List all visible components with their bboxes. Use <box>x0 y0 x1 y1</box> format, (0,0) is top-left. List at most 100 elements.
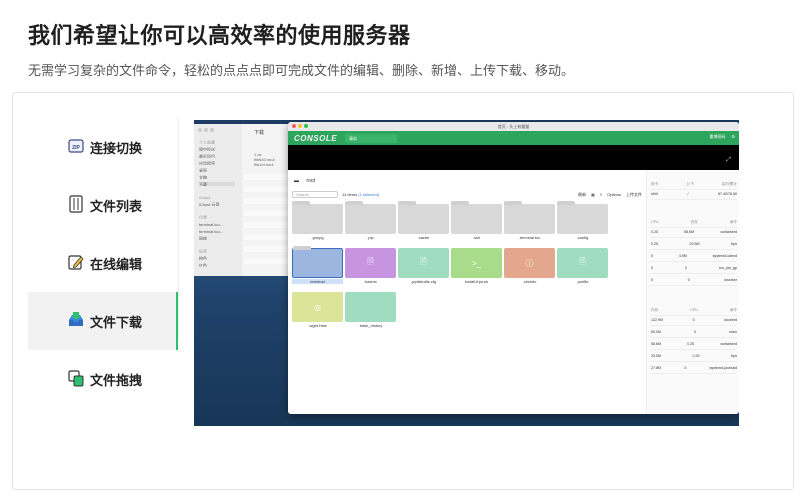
finder-sidebar-item[interactable]: iCloud 云盘 <box>199 202 235 206</box>
folder-icon <box>398 201 449 234</box>
window-controls <box>292 124 308 128</box>
process-row: 0 4.9M systemd-udevd <box>651 254 737 262</box>
finder-sidebar-item[interactable]: 位置 <box>199 215 235 219</box>
grid-view-icon[interactable]: ▦ <box>591 192 595 198</box>
finder-sidebar-item[interactable]: 应用程序 <box>199 161 235 165</box>
file-manager: ▬ root Search 14 items (1 selected) 刷新 ▦… <box>288 170 646 414</box>
finder-sidebar-item[interactable]: 桌面 <box>199 168 235 172</box>
process-row: 0 0 kworker <box>651 278 737 286</box>
file-item[interactable]: 🗎 .profile <box>557 248 608 284</box>
upload-button[interactable]: 上传文件 <box>626 192 642 198</box>
sidebar-item-file-download[interactable]: 文件下载 <box>28 292 178 350</box>
file-item[interactable]: .cache <box>398 201 449 240</box>
file-item-selected[interactable]: terminal <box>292 246 343 284</box>
file-name: .bash_history <box>358 323 383 328</box>
file-name: .terminal.tcu <box>518 235 541 240</box>
folder-icon <box>345 201 396 234</box>
items-count-total: 14 items <box>342 192 358 197</box>
console-window: 首页 - 头上有猫猫 CONSOLE 青岛 重增密码 ⚙ ⤢ ▬ root Se… <box>288 122 739 414</box>
finder-file[interactable]: file1ef.mp4 <box>254 162 292 166</box>
file-name: .gnupg <box>311 235 324 240</box>
finder-title: 下载 <box>254 130 265 136</box>
document-icon: 🗎 <box>345 248 396 278</box>
finder-sidebar-item[interactable]: 红色 <box>199 263 235 267</box>
file-list-icon <box>69 195 83 213</box>
sidebar-item-online-edit[interactable]: 在线编辑 <box>28 234 178 292</box>
list-view-icon[interactable]: ≡ <box>600 192 602 198</box>
sidebar-item-label: 文件拖拽 <box>90 372 143 388</box>
file-name: .wget-hsts <box>308 323 327 328</box>
file-item[interactable]: 🗎 .pydistutils.cfg <box>398 248 449 284</box>
folder-icon <box>557 201 608 234</box>
process-row: 0.25 58.6M containerd <box>651 230 737 238</box>
finder-sidebar-item[interactable]: iCloud <box>199 195 235 199</box>
edit-icon <box>68 255 84 270</box>
refresh-button[interactable]: 刷新 <box>578 192 586 198</box>
finder-file[interactable]: 1.gz <box>254 152 292 156</box>
file-item[interactable]: .bash_history <box>345 292 396 328</box>
file-item[interactable]: ⓘ .viminfo <box>504 248 555 284</box>
net-header: 网卡 上/下 实时/累计 <box>651 182 737 190</box>
sidebar-item-file-drag[interactable]: 文件拖拽 <box>28 350 178 408</box>
server-monitor: 网卡 上/下 实时/累计 eth0/67.40/76.60 CPU 内存 命令 0.25… <box>646 170 739 414</box>
options-button[interactable]: Options <box>607 192 621 198</box>
sidebar-item-label: 在线编辑 <box>90 256 143 272</box>
page-subtitle: 无需学习复杂的文件命令，轻松的点点点即可完成文件的编辑、删除、新增、上传下载、移… <box>28 63 575 78</box>
finder-row <box>244 210 292 216</box>
file-name: .config <box>576 235 589 240</box>
minimize-icon[interactable] <box>298 124 302 128</box>
finder-sidebar-item[interactable]: terminal.tcu... <box>199 222 235 226</box>
finder-sidebar-item[interactable]: 网络 <box>199 236 235 240</box>
page: 我们希望让你可以高效率的使用服务器 无需学习复杂的文件命令，轻松的点点点即可完成… <box>0 0 804 500</box>
finder-row <box>244 186 292 192</box>
connection-icon: ZIP <box>68 139 84 153</box>
folder-icon <box>292 201 343 234</box>
finder-row <box>244 258 292 264</box>
page-title: 我们希望让你可以高效率的使用服务器 <box>28 23 411 48</box>
maximize-icon[interactable] <box>304 124 308 128</box>
finder-sidebar-item[interactable]: 文稿 <box>199 175 235 179</box>
close-icon[interactable] <box>292 124 296 128</box>
finder-sidebar-item[interactable]: 最近项目 <box>199 154 235 158</box>
window-title: 首页 - 头上有猫猫 <box>497 124 530 129</box>
file-item[interactable]: .gnupg <box>292 201 343 240</box>
finder-sidebar-item[interactable]: 橙色 <box>199 256 235 260</box>
file-toolbar: Search 14 items (1 selected) 刷新 ▦ ≡ Opti… <box>292 191 642 199</box>
breadcrumb-root[interactable]: root <box>306 178 315 184</box>
file-item[interactable]: >_ install-frps.sh <box>451 248 502 284</box>
nav-action[interactable]: 重增密码 <box>709 134 725 140</box>
download-icon <box>69 312 83 326</box>
server-tab[interactable]: 青岛 <box>345 133 398 143</box>
file-item[interactable]: .terminal.tcu <box>504 201 555 240</box>
file-item[interactable]: .pip <box>345 201 396 240</box>
finder-sidebar-item[interactable]: terminal.tcu... <box>199 229 235 233</box>
sidebar-item-label: 文件下载 <box>90 314 143 330</box>
finder-sidebar-item[interactable]: 标签 <box>199 249 235 253</box>
file-name: .pydistutils.cfg <box>410 279 437 284</box>
finder-window-controls <box>198 128 214 132</box>
finder-row <box>244 246 292 252</box>
expand-icon[interactable]: ⤢ <box>726 157 731 164</box>
gear-icon[interactable]: ⚙ <box>731 134 735 140</box>
feature-sidebar: ZIP 连接切换 文件列表 在线编辑 文件下载 文件拖拽 <box>28 118 178 408</box>
finder-row <box>244 198 292 204</box>
app-logo: CONSOLE <box>294 133 338 143</box>
finder-sidebar-item[interactable]: 隔空投送 <box>199 147 235 151</box>
memory-row: 122.9M 0 dockerd <box>651 318 737 326</box>
memory-row: 27.8M 0 systemd-journald <box>651 366 737 374</box>
sidebar-item-label: 文件列表 <box>90 198 143 214</box>
file-item[interactable]: ◎ .wget-hsts <box>292 292 343 328</box>
sidebar-item-connection-switch[interactable]: ZIP 连接切换 <box>28 118 178 176</box>
sidebar-item-file-list[interactable]: 文件列表 <box>28 176 178 234</box>
terminal-panel[interactable]: ⤢ <box>288 145 739 170</box>
finder-sidebar-item[interactable]: 个人收藏 <box>199 140 235 144</box>
finder-sidebar-item[interactable]: 下载 <box>199 182 235 186</box>
file-item[interactable]: 🗎 .bashrc <box>345 248 396 284</box>
drag-icon <box>68 370 84 387</box>
file-item[interactable]: .config <box>557 201 608 240</box>
finder-row <box>244 222 292 228</box>
breadcrumb: ▬ root <box>294 178 315 184</box>
file-item[interactable]: .ssh <box>451 201 502 240</box>
finder-file[interactable]: file640.mp4 <box>254 157 292 161</box>
search-input[interactable]: Search <box>292 191 338 198</box>
